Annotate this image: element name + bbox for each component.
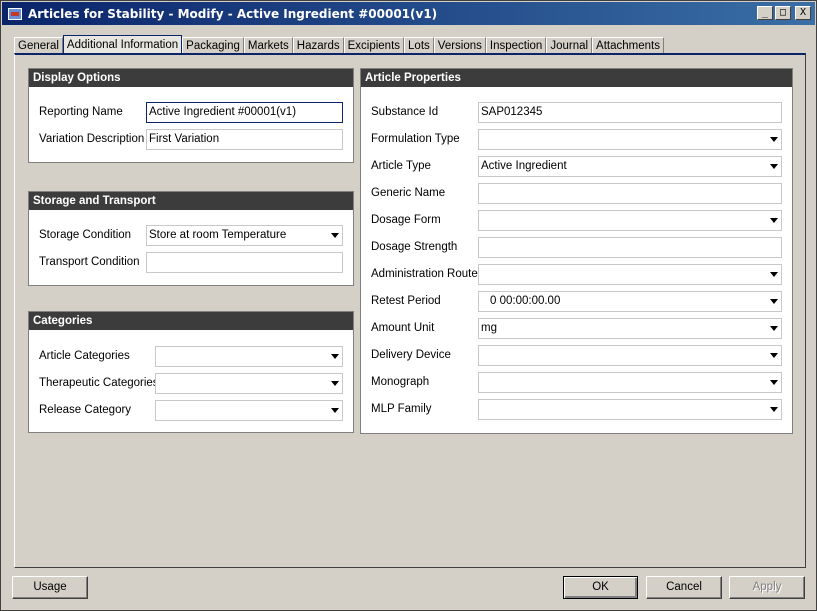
chevron-down-icon: [770, 353, 778, 358]
tab-panel: Display Options Reporting Name Active In…: [14, 53, 806, 568]
substance-id-label: Substance Id: [371, 106, 439, 118]
article-properties-group: Article Properties Substance Id SAP01234…: [360, 68, 793, 434]
storage-condition-label: Storage Condition: [39, 229, 132, 241]
article-categories-select[interactable]: [155, 346, 343, 367]
chevron-down-icon: [770, 299, 778, 304]
title-bar[interactable]: Articles for Stability - Modify - Active…: [2, 2, 815, 25]
article-type-label: Article Type: [371, 160, 431, 172]
chevron-down-icon: [331, 408, 339, 413]
tab-attachments[interactable]: Attachments: [592, 37, 664, 54]
mlp-family-label: MLP Family: [371, 403, 432, 415]
display-options-title: Display Options: [29, 69, 353, 87]
chevron-down-icon: [770, 164, 778, 169]
chevron-down-icon: [770, 326, 778, 331]
cancel-button[interactable]: Cancel: [646, 576, 722, 599]
tab-excipients[interactable]: Excipients: [343, 37, 405, 54]
tab-packaging[interactable]: Packaging: [182, 37, 244, 54]
amount-unit-value: mg: [481, 322, 497, 334]
tab-journal[interactable]: Journal: [546, 37, 593, 54]
generic-name-label: Generic Name: [371, 187, 446, 199]
article-properties-title: Article Properties: [361, 69, 792, 87]
generic-name-input[interactable]: [478, 183, 782, 204]
chevron-down-icon: [770, 407, 778, 412]
storage-transport-title: Storage and Transport: [29, 192, 353, 210]
substance-id-input[interactable]: SAP012345: [478, 102, 782, 123]
reporting-name-input[interactable]: Active Ingredient #00001(v1): [146, 102, 343, 123]
administration-route-label: Administration Route: [371, 268, 478, 280]
tab-markets[interactable]: Markets: [243, 37, 293, 54]
dosage-strength-input[interactable]: [478, 237, 782, 258]
close-button[interactable]: X: [795, 6, 811, 20]
categories-title: Categories: [29, 312, 353, 330]
apply-button[interactable]: Apply: [729, 576, 805, 599]
minimize-button[interactable]: _: [757, 6, 773, 20]
administration-route-select[interactable]: [478, 264, 782, 285]
formulation-type-label: Formulation Type: [371, 133, 460, 145]
dosage-form-label: Dosage Form: [371, 214, 441, 226]
storage-transport-group: Storage and Transport Storage Condition …: [28, 191, 354, 286]
formulation-type-select[interactable]: [478, 129, 782, 150]
tab-additional-information[interactable]: Additional Information: [62, 35, 183, 54]
usage-button[interactable]: Usage: [12, 576, 88, 599]
tab-lots[interactable]: Lots: [404, 37, 434, 54]
dialog-window: Articles for Stability - Modify - Active…: [0, 0, 817, 611]
dosage-strength-label: Dosage Strength: [371, 241, 458, 253]
dosage-form-select[interactable]: [478, 210, 782, 231]
tab-versions[interactable]: Versions: [433, 37, 486, 54]
chevron-down-icon: [770, 272, 778, 277]
tab-inspection[interactable]: Inspection: [485, 37, 547, 54]
window-title: Articles for Stability - Modify - Active…: [28, 6, 438, 21]
article-type-value: Active Ingredient: [481, 160, 567, 172]
chevron-down-icon: [331, 381, 339, 386]
delivery-device-select[interactable]: [478, 345, 782, 366]
article-type-select[interactable]: Active Ingredient: [478, 156, 782, 177]
display-options-group: Display Options Reporting Name Active In…: [28, 68, 354, 163]
chevron-down-icon: [331, 354, 339, 359]
monograph-select[interactable]: [478, 372, 782, 393]
amount-unit-label: Amount Unit: [371, 322, 435, 334]
reporting-name-label: Reporting Name: [39, 106, 123, 118]
storage-condition-select[interactable]: Store at room Temperature: [146, 225, 343, 246]
categories-group: Categories Article Categories Therapeuti…: [28, 311, 354, 433]
retest-period-value: 0 00:00:00.00: [490, 295, 561, 307]
transport-condition-input[interactable]: [146, 252, 343, 273]
therapeutic-categories-label: Therapeutic Categories: [39, 377, 159, 389]
retest-period-label: Retest Period: [371, 295, 441, 307]
tab-hazards[interactable]: Hazards: [292, 37, 344, 54]
transport-condition-label: Transport Condition: [39, 256, 140, 268]
tab-strip: General Additional Information Packaging…: [14, 35, 664, 54]
ok-button[interactable]: OK: [563, 576, 638, 599]
mlp-family-select[interactable]: [478, 399, 782, 420]
maximize-button[interactable]: □: [775, 6, 791, 20]
article-categories-label: Article Categories: [39, 350, 130, 362]
chevron-down-icon: [770, 137, 778, 142]
delivery-device-label: Delivery Device: [371, 349, 451, 361]
therapeutic-categories-select[interactable]: [155, 373, 343, 394]
chevron-down-icon: [331, 233, 339, 238]
tab-general[interactable]: General: [14, 37, 63, 54]
storage-condition-value: Store at room Temperature: [149, 229, 287, 241]
variation-description-input[interactable]: First Variation: [146, 129, 343, 150]
app-icon: [8, 7, 22, 20]
retest-period-select[interactable]: 0 00:00:00.00: [478, 291, 782, 312]
chevron-down-icon: [770, 218, 778, 223]
amount-unit-select[interactable]: mg: [478, 318, 782, 339]
chevron-down-icon: [770, 380, 778, 385]
release-category-select[interactable]: [155, 400, 343, 421]
monograph-label: Monograph: [371, 376, 430, 388]
release-category-label: Release Category: [39, 404, 132, 416]
variation-description-label: Variation Description: [39, 133, 145, 145]
